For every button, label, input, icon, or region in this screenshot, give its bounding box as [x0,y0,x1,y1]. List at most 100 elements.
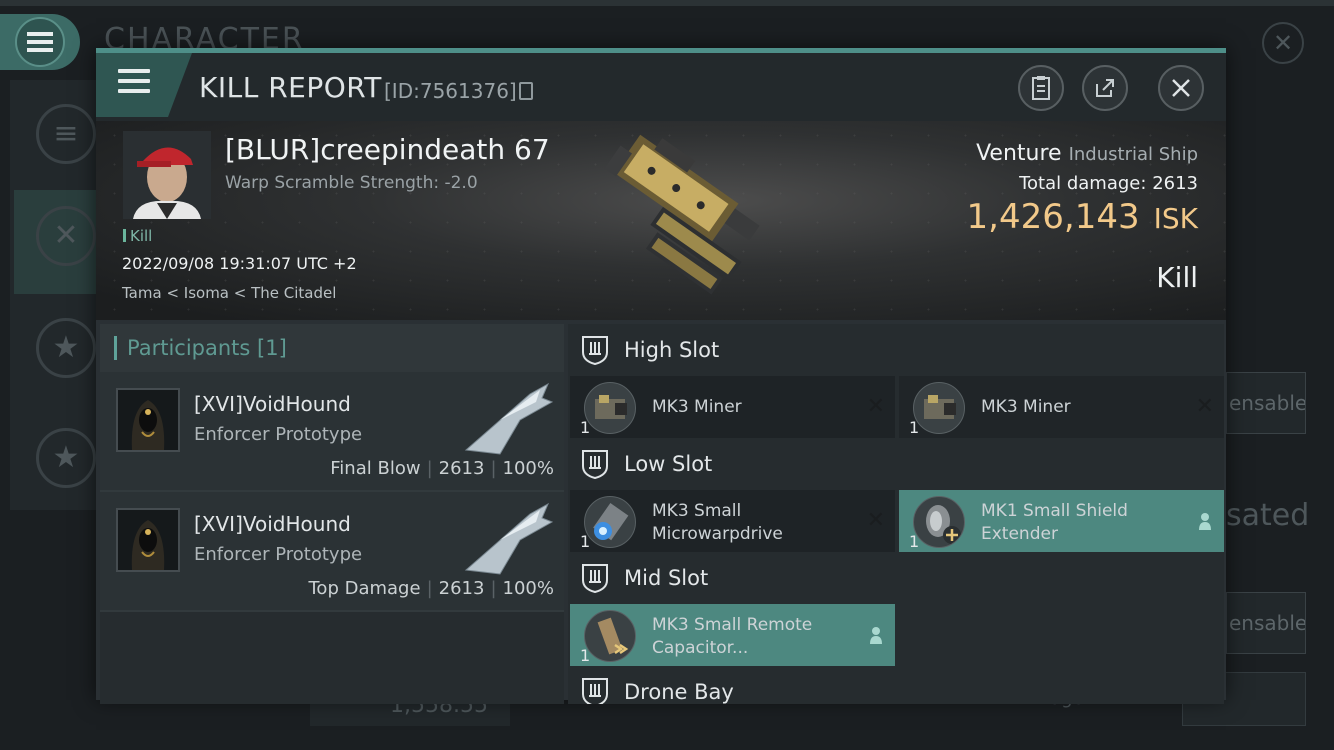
participant-ship: Enforcer Prototype [194,424,363,445]
kill-report-modal: KILL REPORT [ID:7561376] [BLUR]creepinde… [96,48,1226,704]
hamburger-button[interactable] [96,53,192,117]
background-close-icon[interactable]: ✕ [1262,22,1304,64]
drone-bay-header: Drone Bay [568,666,1224,704]
kill-tag: Kill [123,227,152,245]
miner-icon [584,382,636,434]
total-damage-value: 2613 [1152,173,1198,194]
participant-damage: 2613 [438,458,485,479]
participant-percent: 100% [502,578,554,599]
fitting-panel: High Slot 1 MK3 Miner ✕ 1 MK3 Miner ✕ Lo… [568,324,1224,704]
item-quantity: 1 [909,532,920,551]
item-name: MK3 Miner [652,397,742,417]
high-slot-icon [582,336,608,366]
low-slot-item[interactable]: 1 MK1 Small Shield Extender [899,490,1224,554]
isk-amount: 1,426,143 [966,197,1140,237]
background-footer: 1,558.55 Page 1 [290,672,1306,730]
kill-id-text: [ID:7561376] [384,79,517,103]
item-quantity: 1 [580,418,591,437]
ship-name-line: Venture Industrial Ship [976,141,1198,166]
participant-name[interactable]: [XVI]VoidHound [194,392,351,416]
ship-class: Industrial Ship [1068,144,1198,165]
item-quantity: 1 [909,418,920,437]
participant-ship: Enforcer Prototype [194,544,363,565]
destroyed-icon: ✕ [1195,394,1214,419]
copy-icon[interactable] [518,82,533,100]
destroyed-icon: ✕ [866,394,885,419]
item-name: MK3 Small Remote Capacitor... [652,615,813,658]
menu-icon [15,17,65,67]
main-menu-button[interactable] [0,14,80,70]
ship-render [604,134,760,295]
participant-role: Final Blow [330,458,421,479]
mid-slot-icon [582,564,608,594]
kill-location: Tama < Isoma < The Citadel [122,284,337,302]
victim-name[interactable]: [BLUR]creepindeath 67 [225,133,550,166]
low-slot-icon [582,450,608,480]
participant-role: Top Damage [308,578,421,599]
total-damage-label: Total damage: [1019,173,1147,194]
victim-banner: [BLUR]creepindeath 67 Warp Scramble Stre… [96,121,1226,320]
item-quantity: 1 [580,532,591,551]
isk-unit: ISK [1153,202,1198,235]
isk-value: 1,426,143 ISK [967,197,1198,237]
dropped-person-icon [1199,513,1211,530]
low-slot-header: Low Slot [568,438,1224,490]
share-icon [1096,79,1114,97]
item-quantity: 1 [580,646,591,665]
high-slot-label: High Slot [624,338,720,362]
kill-id: [ID:7561376] [384,79,533,103]
background-button-1[interactable]: ensable [1226,372,1306,434]
share-button[interactable] [1082,65,1128,111]
background-text: sated [1226,498,1310,533]
participants-panel: Participants [1] [XVI]VoidHound Enforcer… [100,324,564,704]
high-slot-header: High Slot [568,324,1224,376]
swords-icon[interactable]: ✕ [36,206,96,266]
participant-stats: Top Damage | 2613 | 100% [308,578,555,599]
modal-title: KILL REPORT [199,71,382,104]
star-badge-icon[interactable]: ★ [36,318,96,378]
participant-ship-icon [464,502,554,575]
close-icon [1172,79,1190,97]
item-name: MK3 Miner [981,397,1071,417]
kill-outcome: Kill [1156,261,1198,294]
high-slot-item[interactable]: 1 MK3 Miner ✕ [899,376,1224,440]
warp-scramble-strength: Warp Scramble Strength: -2.0 [225,173,478,193]
star-wreath-icon[interactable]: ★ [36,428,96,488]
high-slot-item[interactable]: 1 MK3 Miner ✕ [570,376,895,440]
item-name: MK1 Small Shield Extender [981,501,1128,544]
shield-extender-icon [913,496,965,548]
drone-bay-icon [582,678,608,704]
participant-damage: 2613 [438,578,485,599]
participants-header: Participants [1] [100,324,564,372]
microwarpdrive-icon [584,496,636,548]
kill-tag-label: Kill [130,227,153,245]
participants-count: [1] [257,336,287,360]
close-button[interactable] [1158,65,1204,111]
victim-avatar[interactable] [123,131,211,219]
participant-name[interactable]: [XVI]VoidHound [194,512,351,536]
low-slot-label: Low Slot [624,452,713,476]
destroyed-icon: ✕ [866,508,885,533]
background-button-2[interactable]: ensable [1226,592,1306,654]
capacitor-transfer-icon [584,610,636,662]
total-damage: Total damage: 2613 [1019,173,1198,194]
clipboard-icon [1032,76,1050,100]
modal-header: KILL REPORT [ID:7561376] [96,53,1226,121]
hamburger-icon [118,69,150,99]
mid-slot-item[interactable]: 1 MK3 Small Remote Capacitor... [570,604,895,668]
report-button[interactable] [1018,65,1064,111]
top-bar [0,0,1334,6]
low-slot-item[interactable]: 1 MK3 Small Microwarpdrive ✕ [570,490,895,554]
participant-avatar[interactable] [116,508,180,572]
item-name: MK3 Small Microwarpdrive [652,501,783,544]
mid-slot-label: Mid Slot [624,566,709,590]
list-icon[interactable]: ≡ [36,104,96,164]
participant-avatar[interactable] [116,388,180,452]
participant-row[interactable]: [XVI]VoidHound Enforcer Prototype Final … [100,372,564,492]
ship-name[interactable]: Venture [976,141,1062,166]
kill-datetime: 2022/09/08 19:31:07 UTC +2 [122,254,357,273]
participant-ship-icon [464,382,554,455]
participant-percent: 100% [502,458,554,479]
drone-bay-label: Drone Bay [624,680,734,704]
participant-row[interactable]: [XVI]VoidHound Enforcer Prototype Top Da… [100,492,564,612]
